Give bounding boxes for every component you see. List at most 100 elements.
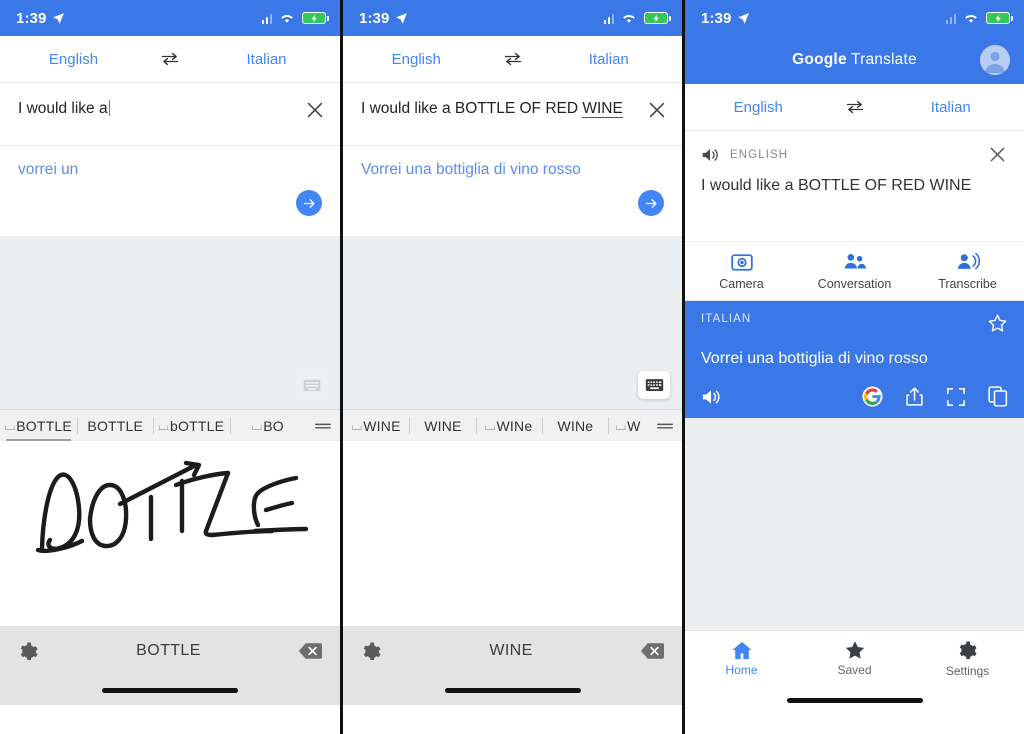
keyboard-toggle-button[interactable] [296, 371, 328, 399]
suggestion-item[interactable]: ⌴ WINE [343, 410, 409, 441]
source-text-input[interactable]: I would like a BOTTLE OF RED WINE [361, 99, 640, 119]
text-caret [108, 100, 111, 116]
camera-action-label: Camera [719, 277, 764, 291]
translated-text: Vorrei una bottiglia di vino rosso [361, 161, 581, 178]
battery-charging-icon [986, 12, 1013, 24]
suggestion-item[interactable]: WINE [409, 410, 475, 441]
wifi-icon [965, 14, 977, 23]
home-indicator-area [685, 686, 1024, 715]
target-language-button[interactable]: Italian [878, 99, 1024, 116]
submit-row [343, 180, 682, 236]
nav-label-home: Home [725, 663, 758, 677]
source-language-button[interactable]: English [0, 51, 147, 68]
handwriting-canvas[interactable] [0, 441, 340, 626]
suggestion-label: W [627, 417, 641, 434]
source-language-label: ENGLISH [730, 148, 789, 161]
google-g-icon[interactable] [862, 386, 883, 407]
empty-area [685, 418, 1024, 630]
copy-icon[interactable] [988, 386, 1008, 407]
source-card-spacer [685, 195, 1024, 241]
suggestion-item[interactable]: ⌴ W [608, 410, 648, 441]
handwriting-bottom-bar: BOTTLE [0, 626, 340, 676]
camera-action-button[interactable]: Camera [685, 252, 798, 291]
suggestion-item[interactable]: ⌴ BO [229, 410, 307, 441]
cellular-signal-icon [945, 13, 956, 24]
language-selector-bar: English Italian [0, 36, 340, 83]
backspace-icon[interactable] [640, 642, 664, 660]
suggestions-menu-button[interactable] [306, 410, 340, 441]
conversation-action-button[interactable]: Conversation [798, 252, 911, 291]
keyboard-icon [303, 379, 321, 391]
battery-charging-icon [644, 12, 671, 24]
source-language-button[interactable]: English [685, 99, 832, 116]
source-text-composing: WINE [582, 100, 623, 118]
nav-item-saved[interactable]: Saved [798, 631, 911, 686]
swap-languages-button[interactable] [147, 52, 193, 66]
status-time: 1:39 [16, 9, 47, 27]
gear-icon[interactable] [361, 641, 382, 662]
suggestion-item[interactable]: ⌴ BOTTLE [0, 410, 77, 441]
source-language-button[interactable]: English [343, 51, 490, 68]
suggestions-menu-button[interactable] [648, 410, 682, 441]
menu-icon [657, 423, 673, 429]
suggestion-label: WINE [363, 417, 401, 434]
arrow-right-icon [303, 198, 314, 208]
suggestion-item[interactable]: WINe [541, 410, 608, 441]
source-card: ENGLISH I would like a BOTTLE OF RED WIN… [685, 131, 1024, 301]
suggestion-label: bOTTLE [170, 417, 225, 434]
submit-translation-button[interactable] [296, 190, 322, 216]
nav-item-home[interactable]: Home [685, 631, 798, 686]
handwriting-canvas[interactable] [343, 441, 682, 626]
status-bar-left: 1:39 [701, 10, 750, 27]
target-language-button[interactable]: Italian [536, 51, 683, 68]
result-card-actions [701, 386, 1008, 407]
space-marker: ⌴ [484, 417, 496, 433]
app-title-brand: Google [792, 51, 847, 68]
star-outline-icon[interactable] [987, 313, 1008, 334]
status-bar-right [945, 12, 1013, 24]
submit-row [0, 180, 340, 236]
empty-area [343, 236, 682, 409]
conversation-icon [844, 254, 866, 269]
empty-area [0, 236, 340, 409]
target-language-button[interactable]: Italian [193, 51, 340, 68]
translated-text: vorrei un [18, 161, 79, 178]
clear-text-button[interactable] [646, 99, 668, 121]
suggestion-item[interactable]: BOTTLE [76, 410, 154, 441]
clear-text-button[interactable] [304, 99, 326, 121]
keyboard-icon [645, 379, 663, 391]
location-arrow-icon [738, 12, 750, 24]
fullscreen-icon[interactable] [946, 387, 966, 407]
nav-item-settings[interactable]: Settings [911, 631, 1024, 686]
source-input-row: I would like a BOTTLE OF RED WINE [343, 83, 682, 121]
screenshot-panel-1: 1:39 English Italian I would like a vorr… [0, 0, 340, 734]
account-avatar-icon[interactable] [980, 45, 1010, 75]
backspace-icon[interactable] [298, 642, 322, 660]
gear-icon [959, 641, 977, 659]
volume-icon[interactable] [701, 388, 722, 406]
source-text-input[interactable]: I would like a [18, 99, 298, 119]
battery-charging-icon [302, 12, 329, 24]
close-icon[interactable] [987, 144, 1008, 165]
swap-languages-button[interactable] [490, 52, 536, 66]
submit-translation-button[interactable] [638, 190, 664, 216]
share-icon[interactable] [905, 386, 924, 407]
home-icon [731, 641, 752, 660]
home-indicator [102, 688, 238, 693]
keyboard-toggle-button[interactable] [638, 371, 670, 399]
suggestion-item[interactable]: ⌴ WINe [475, 410, 542, 441]
swap-languages-button[interactable] [832, 100, 878, 114]
menu-icon [315, 423, 331, 429]
gear-icon[interactable] [18, 641, 39, 662]
transcribe-action-button[interactable]: Transcribe [911, 252, 1024, 291]
bottom-navigation: Home Saved Settings [685, 630, 1024, 686]
translation-output-row: vorrei un [0, 146, 340, 180]
language-selector-bar: English Italian [685, 84, 1024, 131]
suggestion-label: WINe [496, 417, 533, 434]
wifi-icon [623, 14, 635, 23]
swap-horizontal-icon [846, 100, 863, 114]
suggestion-item[interactable]: ⌴ bOTTLE [153, 410, 230, 441]
volume-icon[interactable] [701, 147, 720, 163]
status-bar-left: 1:39 [359, 10, 408, 27]
wifi-icon [281, 14, 293, 23]
